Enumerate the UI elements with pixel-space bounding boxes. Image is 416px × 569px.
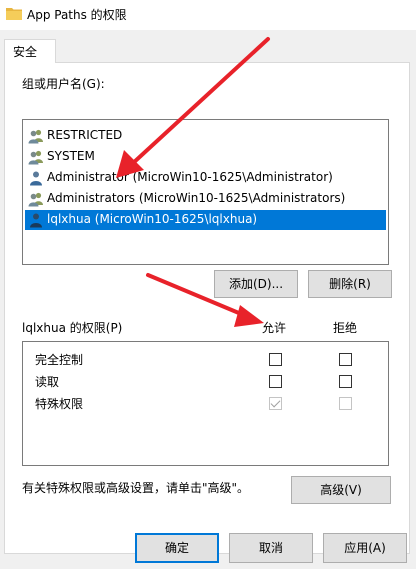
permissions-list: 完全控制 读取 特殊权限	[22, 341, 389, 466]
allow-special-checkbox	[269, 397, 282, 410]
remove-button[interactable]: 删除(R)	[308, 270, 392, 298]
allow-read-checkbox[interactable]	[269, 375, 282, 388]
permission-row-full-control: 完全控制	[23, 348, 388, 370]
deny-header: 拒绝	[333, 321, 358, 335]
user-group-icon	[28, 150, 43, 165]
folder-icon	[6, 8, 22, 20]
user-name: lqlxhua (MicroWin10-1625\lqlxhua)	[47, 212, 258, 226]
user-name: Administrators (MicroWin10-1625\Administ…	[47, 191, 346, 205]
deny-read-checkbox[interactable]	[339, 375, 352, 388]
user-icon	[30, 213, 42, 228]
user-list[interactable]: RESTRICTED SYSTEM Administrator (MicroWi…	[22, 119, 389, 265]
deny-full-control-checkbox[interactable]	[339, 353, 352, 366]
user-group-icon	[28, 192, 43, 207]
security-panel: 组或用户名(G): RESTRICTED SYSTEM Administrato…	[4, 62, 410, 554]
advanced-note: 有关特殊权限或高级设置，请单击"高级"。	[22, 481, 250, 495]
deny-special-checkbox	[339, 397, 352, 410]
user-row-restricted[interactable]: RESTRICTED	[25, 126, 386, 146]
window-title: App Paths 的权限	[27, 8, 127, 22]
ok-button[interactable]: 确定	[135, 533, 219, 563]
tab-security[interactable]: 安全	[4, 39, 56, 63]
user-row-system[interactable]: SYSTEM	[25, 147, 386, 167]
user-row-lqlxhua[interactable]: lqlxhua (MicroWin10-1625\lqlxhua)	[25, 210, 386, 230]
permissions-label: lqlxhua 的权限(P)	[22, 321, 123, 335]
user-name: RESTRICTED	[47, 128, 123, 142]
permission-name: 读取	[35, 375, 60, 389]
user-row-administrators[interactable]: Administrators (MicroWin10-1625\Administ…	[25, 189, 386, 209]
add-button[interactable]: 添加(D)...	[214, 270, 298, 298]
user-icon	[30, 171, 42, 186]
title-bar: App Paths 的权限	[0, 0, 416, 30]
user-row-administrator[interactable]: Administrator (MicroWin10-1625\Administr…	[25, 168, 386, 188]
permission-row-read: 读取	[23, 370, 388, 392]
allow-header: 允许	[262, 321, 287, 335]
permission-row-special: 特殊权限	[23, 392, 388, 414]
user-name: Administrator (MicroWin10-1625\Administr…	[47, 170, 333, 184]
dialog-body: 安全 组或用户名(G): RESTRICTED SYSTEM Administr…	[0, 30, 416, 569]
permission-name: 特殊权限	[35, 397, 84, 411]
apply-button[interactable]: 应用(A)	[323, 533, 407, 563]
user-name: SYSTEM	[47, 149, 95, 163]
permission-name: 完全控制	[35, 353, 84, 367]
tab-label: 安全	[13, 45, 38, 59]
cancel-button[interactable]: 取消	[229, 533, 313, 563]
users-label: 组或用户名(G):	[22, 77, 105, 91]
advanced-button[interactable]: 高级(V)	[291, 476, 391, 504]
user-group-icon	[28, 129, 43, 144]
allow-full-control-checkbox[interactable]	[269, 353, 282, 366]
